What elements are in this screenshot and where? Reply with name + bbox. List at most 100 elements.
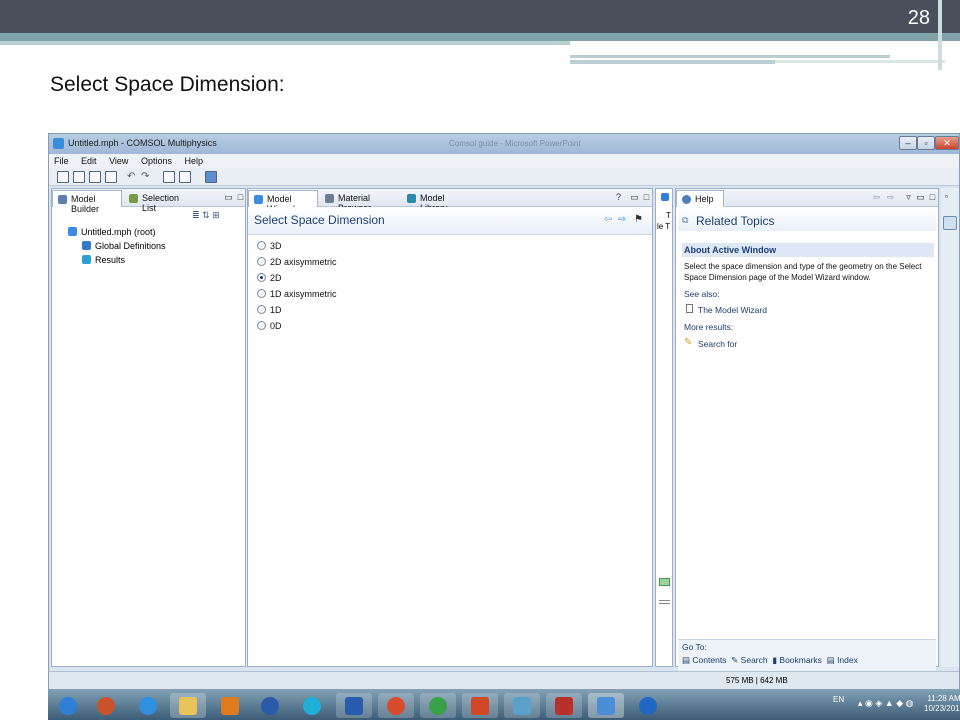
radio-2d-axisymmetric[interactable]: 2D axisymmetric [257, 257, 337, 267]
tree-node-global-definitions[interactable]: Global Definitions [82, 241, 166, 251]
search-for-link[interactable]: Search for [698, 339, 737, 349]
tree-node-results[interactable]: Results [82, 255, 125, 265]
search-link[interactable]: Search [741, 655, 768, 665]
open-icon[interactable] [73, 171, 85, 183]
contents-link[interactable]: Contents [692, 655, 726, 665]
radio-button[interactable] [257, 257, 266, 266]
bookmarks-icon: ▮ [772, 655, 778, 665]
minimize-button[interactable]: – [899, 136, 917, 150]
index-link[interactable]: Index [837, 655, 858, 665]
taskbar-comsol[interactable] [588, 693, 624, 718]
tab-model-builder[interactable]: Model Builder [52, 190, 122, 214]
language-indicator[interactable]: EN [833, 695, 844, 704]
help-view-icon[interactable] [943, 216, 957, 230]
collapse-icon[interactable]: ≣ [192, 210, 200, 220]
menu-edit[interactable]: Edit [76, 154, 102, 168]
taskbar-chrome-2[interactable] [420, 693, 456, 718]
back-arrow-icon[interactable]: ⇦ [604, 214, 612, 225]
tab-selection-list[interactable]: Selection List [124, 190, 196, 213]
taskbar-powerpoint[interactable] [462, 693, 498, 718]
taskbar-media[interactable] [212, 693, 248, 718]
filter-icon[interactable]: ⇅ [202, 210, 210, 220]
slide-header-bar [0, 0, 960, 33]
print-icon[interactable] [105, 171, 117, 183]
menu-view[interactable]: View [104, 154, 133, 168]
radio-button[interactable] [257, 321, 266, 330]
maximize-panel-icon[interactable]: □ [642, 193, 651, 202]
system-clock[interactable]: 11:28 AM 10/23/2012 [924, 694, 960, 714]
taskbar-globe[interactable] [294, 693, 330, 718]
start-button[interactable] [50, 693, 86, 718]
wizard-title: Select Space Dimension [254, 213, 385, 227]
radio-button[interactable] [257, 241, 266, 250]
new-icon[interactable] [57, 171, 69, 183]
restore-icon[interactable]: ▫ [945, 192, 948, 201]
taskbar-blue-b[interactable] [630, 693, 666, 718]
radio-0d[interactable]: 0D [257, 321, 282, 331]
window-titlebar: Untitled.mph - COMSOL Multiphysics Comso… [49, 134, 959, 154]
radio-2d[interactable]: 2D [257, 273, 282, 283]
model-wizard-link[interactable]: The Model Wizard [698, 305, 767, 315]
menu-file[interactable]: File [49, 154, 74, 168]
window-icon[interactable] [179, 171, 191, 183]
redo-icon[interactable]: ↷ [141, 171, 153, 183]
taskbar-pdf[interactable] [546, 693, 582, 718]
bookmarks-link[interactable]: Bookmarks [779, 655, 822, 665]
taskbar-paint[interactable] [504, 693, 540, 718]
tab-help[interactable]: Help [676, 190, 724, 207]
panel-icon[interactable] [661, 193, 669, 201]
help-forward-icon[interactable]: ⇨ [886, 193, 895, 202]
taskbar-word[interactable] [336, 693, 372, 718]
strip-text: le T [657, 222, 671, 231]
menu-options[interactable]: Options [136, 154, 177, 168]
forward-arrow-icon[interactable]: ⇨ [618, 214, 626, 225]
globe-icon [303, 697, 321, 715]
selection-list-icon [129, 194, 138, 203]
menu-help[interactable]: Help [179, 154, 208, 168]
save-icon[interactable] [89, 171, 101, 183]
radio-1d[interactable]: 1D [257, 305, 282, 315]
finish-flag-icon[interactable]: ⚑ [634, 214, 643, 225]
contents-icon: ▤ [682, 655, 691, 665]
view-menu-icon[interactable]: ▿ [904, 193, 913, 202]
minimize-panel-icon[interactable]: ▭ [916, 193, 925, 202]
maximize-button[interactable]: ▫ [917, 136, 935, 150]
radio-button[interactable] [257, 289, 266, 298]
ie-icon [139, 697, 157, 715]
maximize-panel-icon[interactable]: □ [236, 193, 245, 202]
minimize-panel-icon[interactable]: ▭ [224, 193, 233, 202]
tab-label: Help [695, 194, 714, 204]
tab-label: Model Builder [71, 194, 100, 214]
battery-icon[interactable] [659, 578, 670, 586]
expand-icon[interactable]: ⊞ [212, 210, 220, 220]
taskbar-explorer[interactable] [170, 693, 206, 718]
tray-icons[interactable]: ▴ ◉ ◈ ▲ ◆ ◍ [858, 698, 913, 709]
help-icon[interactable] [163, 171, 175, 183]
tab-material-browser[interactable]: Material Browser [320, 190, 400, 213]
taskbar-chrome[interactable] [378, 693, 414, 718]
model-wizard-icon [254, 195, 263, 204]
taskbar-hp[interactable] [252, 693, 288, 718]
radio-button[interactable] [257, 305, 266, 314]
option-label: 1D axisymmetric [270, 289, 337, 299]
taskbar-ie[interactable] [130, 693, 166, 718]
clear-icon[interactable] [205, 171, 217, 183]
radio-1d-axisymmetric[interactable]: 1D axisymmetric [257, 289, 337, 299]
undo-icon[interactable]: ↶ [127, 171, 139, 183]
close-button[interactable]: ✕ [935, 136, 959, 150]
results-icon [82, 255, 91, 264]
maximize-panel-icon[interactable]: □ [928, 193, 937, 202]
help-panel-icon[interactable]: ? [614, 193, 623, 202]
tab-model-wizard[interactable]: Model Wizard [248, 190, 318, 214]
tab-model-library[interactable]: Model Library [402, 190, 472, 213]
taskbar-app[interactable] [88, 693, 124, 718]
slide-page-number: 28 [907, 7, 930, 29]
radio-button-selected[interactable] [257, 273, 266, 282]
help-header: ⧉ Related Topics [678, 209, 936, 231]
help-back-icon[interactable]: ⇦ [872, 193, 881, 202]
radio-3d[interactable]: 3D [257, 241, 282, 251]
minimize-panel-icon[interactable]: ▭ [630, 193, 639, 202]
option-label: 0D [270, 321, 282, 331]
tree-node-root[interactable]: Untitled.mph (root) [68, 227, 156, 237]
search-icon: ✎ [731, 655, 739, 665]
